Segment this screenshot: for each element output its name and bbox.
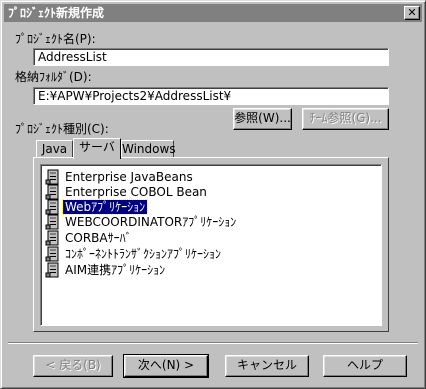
team-browse-button[interactable]: ﾁｰﾑ参照(G)...: [302, 108, 389, 130]
list-item-label: ｺﾝﾎﾟｰﾈﾝﾄﾄﾗﾝｻﾞｸｼｮﾝｱﾌﾟﾘｹｰｼｮﾝ: [65, 247, 222, 261]
list-item-label: Enterprise JavaBeans: [65, 170, 193, 184]
project-icon: [45, 230, 59, 246]
project-icon: [45, 246, 59, 262]
help-button[interactable]: ヘルプ: [323, 355, 407, 377]
tab-server[interactable]: サーバ: [73, 138, 121, 159]
next-button[interactable]: 次へ(N) >: [123, 354, 209, 378]
project-type-list[interactable]: Enterprise JavaBeans Enterprise COBOL Be…: [40, 164, 382, 326]
list-item-label: AIM連携ｱﾌﾟﾘｹｰｼｮﾝ: [65, 263, 166, 277]
divider: [8, 342, 418, 344]
browse-button[interactable]: 参照(W)...: [233, 108, 292, 130]
folder-label: 格納ﾌｫﾙﾀﾞ(D):: [15, 70, 92, 84]
project-icon: [45, 214, 59, 230]
list-item[interactable]: Enterprise COBOL Bean: [45, 184, 209, 200]
folder-input[interactable]: E:¥APW¥Projects2¥AddressList¥: [33, 87, 389, 105]
list-item-label: CORBAｻｰﾊﾞ: [65, 231, 132, 245]
project-name-label: ﾌﾟﾛｼﾞｪｸﾄ名(P):: [15, 32, 96, 46]
tab-windows[interactable]: Windows: [121, 140, 176, 158]
project-type-label: ﾌﾟﾛｼﾞｪｸﾄ種別(C):: [15, 122, 109, 136]
list-item[interactable]: WEBCOORDINATORｱﾌﾟﾘｹｰｼｮﾝ: [45, 214, 238, 230]
cancel-button[interactable]: キャンセル: [225, 355, 309, 377]
list-item[interactable]: ｺﾝﾎﾟｰﾈﾝﾄﾄﾗﾝｻﾞｸｼｮﾝｱﾌﾟﾘｹｰｼｮﾝ: [45, 246, 223, 262]
project-icon: [45, 199, 59, 215]
window-title: ﾌﾟﾛｼﾞｪｸﾄ新規作成: [8, 6, 105, 20]
list-item-label: Enterprise COBOL Bean: [65, 185, 207, 199]
list-item-label: Webｱﾌﾟﾘｹｰｼｮﾝ: [61, 199, 149, 215]
list-item[interactable]: Webｱﾌﾟﾘｹｰｼｮﾝ: [45, 199, 149, 215]
project-icon: [45, 169, 59, 185]
project-icon: [45, 184, 59, 200]
project-name-input[interactable]: AddressList: [33, 48, 389, 66]
list-item[interactable]: AIM連携ｱﾌﾟﾘｹｰｼｮﾝ: [45, 262, 167, 278]
project-icon: [45, 262, 59, 278]
back-button[interactable]: < 戻る(B): [33, 355, 113, 377]
list-item[interactable]: Enterprise JavaBeans: [45, 169, 195, 185]
close-button[interactable]: ✕: [404, 6, 420, 20]
tab-java[interactable]: Java: [36, 140, 73, 158]
list-item[interactable]: CORBAｻｰﾊﾞ: [45, 230, 134, 246]
list-item-label: WEBCOORDINATORｱﾌﾟﾘｹｰｼｮﾝ: [65, 215, 237, 229]
title-bar[interactable]: ﾌﾟﾛｼﾞｪｸﾄ新規作成 ✕: [4, 4, 422, 22]
